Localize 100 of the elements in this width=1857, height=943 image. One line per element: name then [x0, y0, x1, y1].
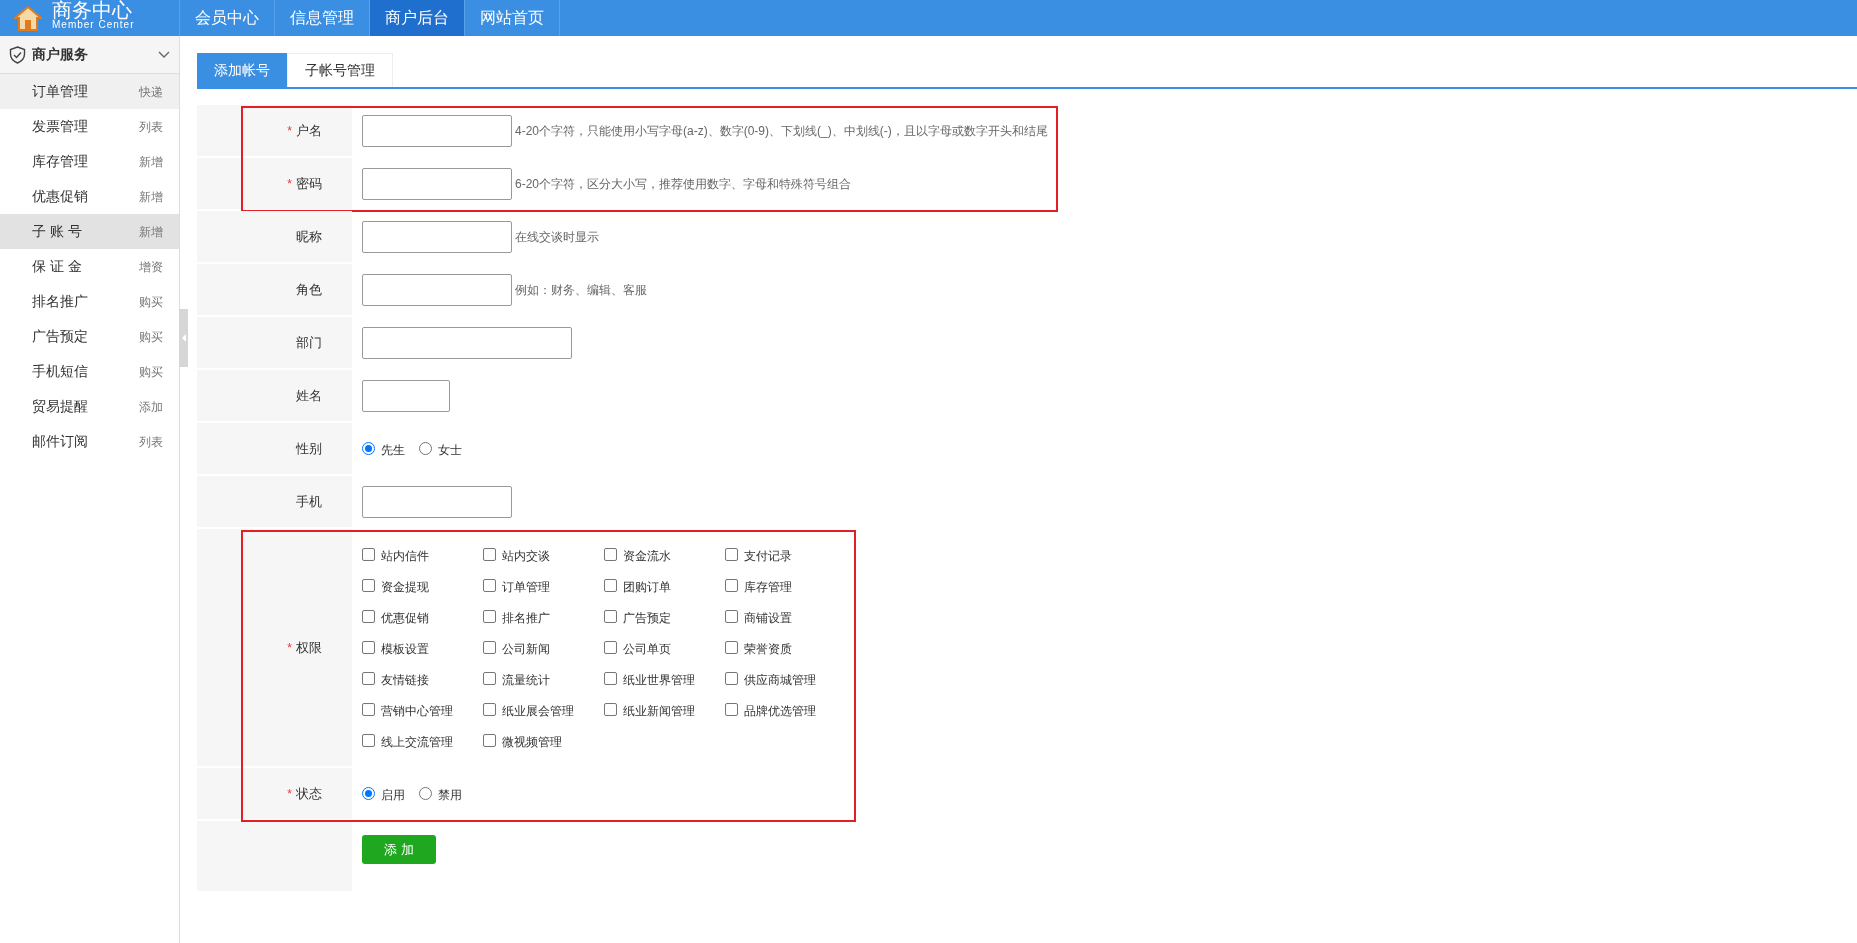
checkbox[interactable]	[604, 579, 617, 592]
sidebar-header[interactable]: 商户服务	[0, 36, 179, 74]
checkbox[interactable]	[725, 641, 738, 654]
shield-check-icon	[9, 45, 26, 64]
checkbox[interactable]	[604, 610, 617, 623]
radio-button[interactable]	[419, 442, 432, 455]
sidebar-item[interactable]: 子 账 号 新增	[0, 214, 179, 249]
checkbox[interactable]	[483, 579, 496, 592]
checkbox-label: 商铺设置	[744, 610, 792, 627]
field-label: 密码	[296, 174, 322, 193]
checkbox-label: 线上交流管理	[381, 734, 453, 751]
field-label: 性别	[296, 439, 322, 458]
logo-subtitle: Member Center	[52, 20, 135, 30]
checkbox-label: 排名推广	[502, 610, 550, 627]
checkbox[interactable]	[604, 641, 617, 654]
sidebar-title: 商户服务	[32, 45, 89, 64]
checkbox[interactable]	[725, 672, 738, 685]
checkbox-label: 资金流水	[623, 548, 671, 565]
checkbox[interactable]	[362, 548, 375, 561]
checkbox[interactable]	[725, 703, 738, 716]
sidebar-item[interactable]: 订单管理 快递	[0, 74, 179, 109]
checkbox-label: 纸业世界管理	[623, 672, 695, 689]
input-field[interactable]	[362, 326, 572, 359]
sidebar-item[interactable]: 广告预定 购买	[0, 319, 179, 354]
house-icon	[14, 5, 42, 31]
field-hint: 4-20个字符，只能使用小写字母(a-z)、数字(0-9)、下划线(_)、中划线(-)，且以字母或数字开头和结尾	[515, 122, 1048, 140]
checkbox-label: 支付记录	[744, 548, 792, 565]
radio-label: 启用	[381, 787, 405, 804]
field-hint: 例如：财务、编辑、客服	[515, 281, 647, 299]
checkbox[interactable]	[483, 703, 496, 716]
collapse-handle[interactable]	[179, 309, 188, 367]
sidebar-item[interactable]: 库存管理 新增	[0, 144, 179, 179]
sidebar-item[interactable]: 手机短信 购买	[0, 354, 179, 389]
required-asterisk: *	[287, 639, 292, 657]
field-hint: 6-20个字符，区分大小写，推荐使用数字、字母和特殊符号组合	[515, 175, 852, 193]
radio-button[interactable]	[419, 787, 432, 800]
checkbox[interactable]	[483, 610, 496, 623]
checkbox-label: 流量统计	[502, 672, 550, 689]
sidebar-item[interactable]: 排名推广 购买	[0, 284, 179, 319]
radio-label: 禁用	[438, 787, 462, 804]
chevron-icon	[158, 50, 170, 59]
sidebar-item[interactable]: 优惠促销 新增	[0, 179, 179, 214]
checkbox[interactable]	[483, 734, 496, 747]
checkbox[interactable]	[725, 548, 738, 561]
checkbox[interactable]	[362, 703, 375, 716]
sidebar-item[interactable]: 邮件订阅 列表	[0, 424, 179, 459]
radio-label: 先生	[381, 442, 405, 459]
tab[interactable]: 子帐号管理	[287, 53, 393, 87]
checkbox[interactable]	[604, 548, 617, 561]
required-asterisk: *	[287, 175, 292, 193]
checkbox-label: 荣誉资质	[744, 641, 792, 658]
checkbox-label: 营销中心管理	[381, 703, 453, 720]
logo-title: 商务中心	[52, 0, 132, 20]
field-label: 角色	[296, 280, 322, 299]
checkbox[interactable]	[604, 672, 617, 685]
field-label: 权限	[296, 638, 322, 657]
checkbox-label: 模板设置	[381, 641, 429, 658]
checkbox-label: 资金提现	[381, 579, 429, 596]
sidebar-item[interactable]: 发票管理 列表	[0, 109, 179, 144]
checkbox[interactable]	[362, 672, 375, 685]
field-label: 姓名	[296, 386, 322, 405]
checkbox[interactable]	[362, 734, 375, 747]
checkbox-label: 友情链接	[381, 672, 429, 689]
required-asterisk: *	[287, 122, 292, 140]
field-label: 户名	[296, 121, 322, 140]
checkbox-label: 纸业新闻管理	[623, 703, 695, 720]
checkbox[interactable]	[483, 548, 496, 561]
checkbox-label: 公司单页	[623, 641, 671, 658]
input-field[interactable]	[362, 379, 450, 412]
checkbox[interactable]	[604, 703, 617, 716]
sidebar-item[interactable]: 保 证 金 增资	[0, 249, 179, 284]
radio-label: 女士	[438, 442, 462, 459]
checkbox-label: 站内交谈	[502, 548, 550, 565]
required-asterisk: *	[287, 785, 292, 803]
input-field[interactable]	[362, 114, 512, 147]
checkbox-label: 公司新闻	[502, 641, 550, 658]
sidebar-item[interactable]: 贸易提醒 添加	[0, 389, 179, 424]
checkbox[interactable]	[725, 579, 738, 592]
checkbox-label: 广告预定	[623, 610, 671, 627]
input-field[interactable]	[362, 167, 512, 200]
field-label: 昵称	[296, 227, 322, 246]
checkbox-label: 团购订单	[623, 579, 671, 596]
checkbox-label: 供应商城管理	[744, 672, 816, 689]
checkbox[interactable]	[362, 610, 375, 623]
checkbox[interactable]	[362, 579, 375, 592]
field-hint: 在线交谈时显示	[515, 228, 599, 246]
input-field[interactable]	[362, 220, 512, 253]
checkbox-label: 站内信件	[381, 548, 429, 565]
input-field[interactable]	[362, 273, 512, 306]
checkbox-label: 纸业展会管理	[502, 703, 574, 720]
nav-tab[interactable]: 商户后台	[370, 0, 465, 36]
checkbox[interactable]	[725, 610, 738, 623]
checkbox[interactable]	[362, 641, 375, 654]
input-field[interactable]	[362, 485, 512, 518]
checkbox[interactable]	[483, 672, 496, 685]
checkbox-label: 优惠促销	[381, 610, 429, 627]
checkbox-label: 订单管理	[502, 579, 550, 596]
checkbox[interactable]	[483, 641, 496, 654]
checkbox-label: 库存管理	[744, 579, 792, 596]
field-label: 状态	[296, 784, 322, 803]
